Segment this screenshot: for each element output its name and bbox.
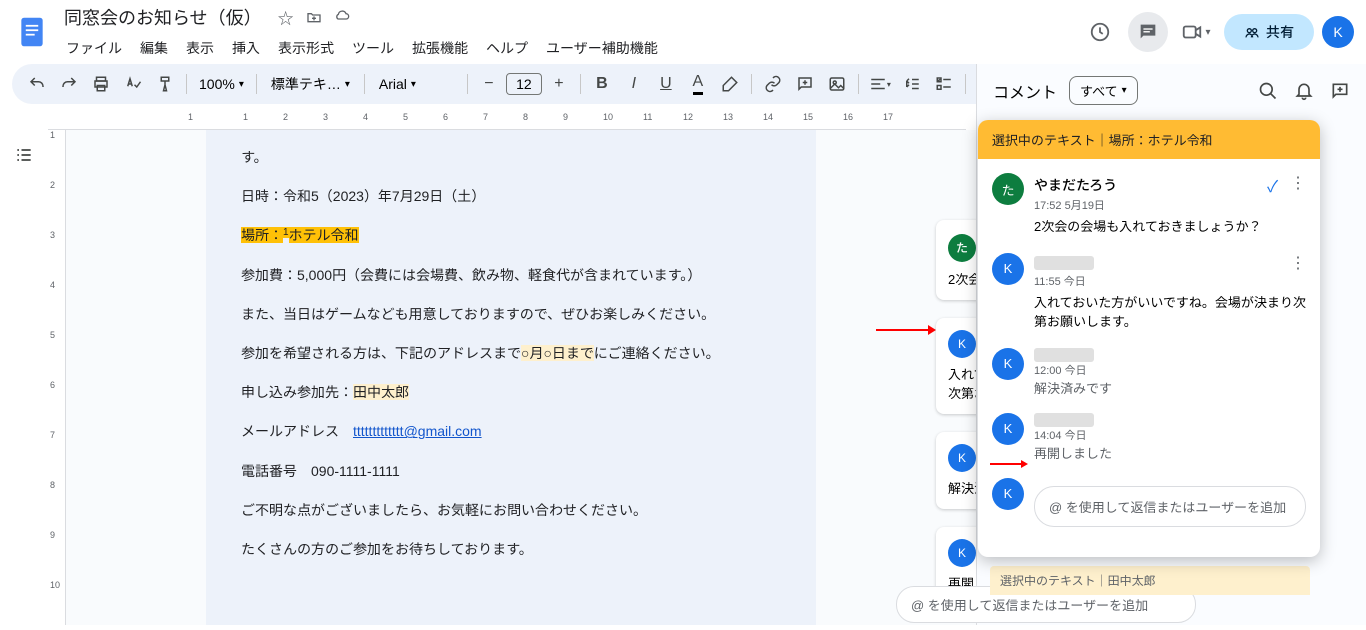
doc-line[interactable]: す。 xyxy=(241,138,781,177)
comments-icon[interactable] xyxy=(1128,12,1168,52)
history-icon[interactable] xyxy=(1080,12,1120,52)
search-icon[interactable] xyxy=(1258,81,1278,101)
doc-line[interactable]: 申し込み参加先：田中太郎 xyxy=(241,373,781,412)
add-comment-button[interactable] xyxy=(790,69,820,99)
menu-extensions[interactable]: 拡張機能 xyxy=(404,34,476,62)
comment-text: 入れておいた方がいいですね。会場が決まり次第お願いします。 xyxy=(1034,293,1306,332)
menu-format[interactable]: 表示形式 xyxy=(270,34,342,62)
menu-view[interactable]: 表示 xyxy=(178,34,222,62)
annotation-arrow xyxy=(990,456,1028,474)
comment-popup: 選択中のテキスト｜場所：ホテル令和 た やまだたろう ✓ ⋮ 17:52 5月1… xyxy=(978,120,1320,557)
cloud-status-icon[interactable] xyxy=(332,7,352,27)
star-icon[interactable]: ☆ xyxy=(276,7,296,27)
horizontal-ruler[interactable]: 1 1 2 3 4 5 6 7 8 9 10 11 12 13 14 15 16… xyxy=(48,112,966,130)
more-menu-icon[interactable]: ⋮ xyxy=(1290,173,1306,197)
commenter-name: やまだたろう xyxy=(1034,175,1117,195)
paint-format-button[interactable] xyxy=(150,69,180,99)
share-button[interactable]: 共有 xyxy=(1224,14,1314,50)
line-spacing-button[interactable] xyxy=(897,69,927,99)
comment-time: 12:00 今日 xyxy=(1034,362,1306,378)
checklist-button[interactable] xyxy=(929,69,959,99)
filter-select[interactable]: すべて▾ xyxy=(1069,76,1138,105)
commenter-name-redacted xyxy=(1034,256,1094,270)
reply-input[interactable]: @ を使用して返信またはユーザーを追加 xyxy=(1034,486,1306,527)
italic-button[interactable]: I xyxy=(619,69,649,99)
highlight-button[interactable] xyxy=(715,69,745,99)
comment-entry: K ⋮ 11:55 今日 入れておいた方がいいですね。会場が決まり次第お願いしま… xyxy=(992,253,1306,332)
doc-line[interactable]: 電話番号 090-1111-1111 xyxy=(241,452,781,491)
comment-entry: た やまだたろう ✓ ⋮ 17:52 5月19日 2次会の会場も入れておきましょ… xyxy=(992,173,1306,237)
link-button[interactable] xyxy=(758,69,788,99)
new-comment-icon[interactable] xyxy=(1330,81,1350,101)
print-button[interactable] xyxy=(86,69,116,99)
doc-line[interactable]: ご不明な点がございましたら、お気軽にお問い合わせください。 xyxy=(241,491,781,530)
font-size-input[interactable]: 12 xyxy=(506,73,542,95)
docs-logo-icon[interactable] xyxy=(12,12,52,52)
comment-time: 11:55 今日 xyxy=(1034,273,1306,289)
menu-bar: ファイル 編集 表示 挿入 表示形式 ツール 拡張機能 ヘルプ ユーザー補助機能 xyxy=(58,34,1080,62)
vertical-ruler[interactable]: 1 2 3 4 5 6 7 8 9 10 xyxy=(48,130,66,625)
header: 同窓会のお知らせ（仮） ☆ ファイル 編集 表示 挿入 表示形式 ツール 拡張機… xyxy=(0,0,1366,64)
next-comment-banner[interactable]: 選択中のテキスト｜田中太郎 xyxy=(990,566,1310,595)
resolve-check-icon[interactable]: ✓ xyxy=(1267,173,1278,197)
account-avatar[interactable]: K xyxy=(1322,16,1354,48)
font-select[interactable]: Arial▾ xyxy=(371,76,461,92)
redo-button[interactable] xyxy=(54,69,84,99)
comment-status: 再開しました xyxy=(1034,443,1306,462)
annotation-arrow xyxy=(876,315,936,343)
bell-icon[interactable] xyxy=(1294,81,1314,101)
font-size-plus[interactable]: + xyxy=(544,69,574,99)
popup-banner: 選択中のテキスト｜場所：ホテル令和 xyxy=(978,120,1320,159)
title-area: 同窓会のお知らせ（仮） ☆ ファイル 編集 表示 挿入 表示形式 ツール 拡張機… xyxy=(58,2,1080,62)
move-icon[interactable] xyxy=(304,7,324,27)
menu-edit[interactable]: 編集 xyxy=(132,34,176,62)
undo-button[interactable] xyxy=(22,69,52,99)
comment-entry: K 12:00 今日 解決済みです xyxy=(992,348,1306,397)
spellcheck-button[interactable] xyxy=(118,69,148,99)
meet-icon[interactable]: ▾ xyxy=(1176,12,1216,52)
doc-line[interactable]: たくさんの方のご参加をお待ちしております。 xyxy=(241,530,781,569)
bold-button[interactable]: B xyxy=(587,69,617,99)
comment-time: 14:04 今日 xyxy=(1034,427,1306,443)
doc-line[interactable]: 参加を希望される方は、下記のアドレスまで○月○日までにご連絡ください。 xyxy=(241,334,781,373)
outline-icon[interactable] xyxy=(9,140,39,170)
align-button[interactable]: ▾ xyxy=(865,69,895,99)
underline-button[interactable]: U xyxy=(651,69,681,99)
menu-tools[interactable]: ツール xyxy=(344,34,402,62)
doc-line[interactable]: 場所：1ホテル令和 xyxy=(241,216,781,255)
doc-line[interactable]: メールアドレス ttttttttttttt@gmail.com xyxy=(241,412,781,451)
text-color-button[interactable]: A xyxy=(683,69,713,99)
menu-file[interactable]: ファイル xyxy=(58,34,130,62)
menu-a11y[interactable]: ユーザー補助機能 xyxy=(538,34,666,62)
doc-line[interactable]: 参加費：5,000円（会費には会場費、飲み物、軽食代が含まれています。） xyxy=(241,256,781,295)
style-select[interactable]: 標準テキ…▾ xyxy=(263,74,358,94)
comment-text: 2次会の会場も入れておきましょうか？ xyxy=(1034,217,1306,237)
comment-status: 解決済みです xyxy=(1034,378,1306,397)
menu-help[interactable]: ヘルプ xyxy=(478,34,536,62)
doc-title[interactable]: 同窓会のお知らせ（仮） xyxy=(58,2,268,32)
panel-title: コメント xyxy=(993,79,1057,103)
comment-time: 17:52 5月19日 xyxy=(1034,197,1306,213)
commenter-name-redacted xyxy=(1034,348,1094,362)
menu-insert[interactable]: 挿入 xyxy=(224,34,268,62)
font-size-minus[interactable]: − xyxy=(474,69,504,99)
zoom-select[interactable]: 100%▾ xyxy=(193,76,250,92)
commenter-name-redacted xyxy=(1034,413,1094,427)
doc-line[interactable]: 日時：令和5（2023）年7月29日（土） xyxy=(241,177,781,216)
email-link[interactable]: ttttttttttttt@gmail.com xyxy=(353,423,482,439)
insert-image-button[interactable] xyxy=(822,69,852,99)
doc-line[interactable]: また、当日はゲームなども用意しておりますので、ぜひお楽しみください。 xyxy=(241,295,781,334)
page[interactable]: す。 日時：令和5（2023）年7月29日（土） 場所：1ホテル令和 参加費：5… xyxy=(206,130,816,625)
reply-row: K @ を使用して返信またはユーザーを追加 xyxy=(992,478,1306,527)
more-menu-icon[interactable]: ⋮ xyxy=(1290,253,1306,273)
comment-entry: K 14:04 今日 再開しました xyxy=(992,413,1306,462)
